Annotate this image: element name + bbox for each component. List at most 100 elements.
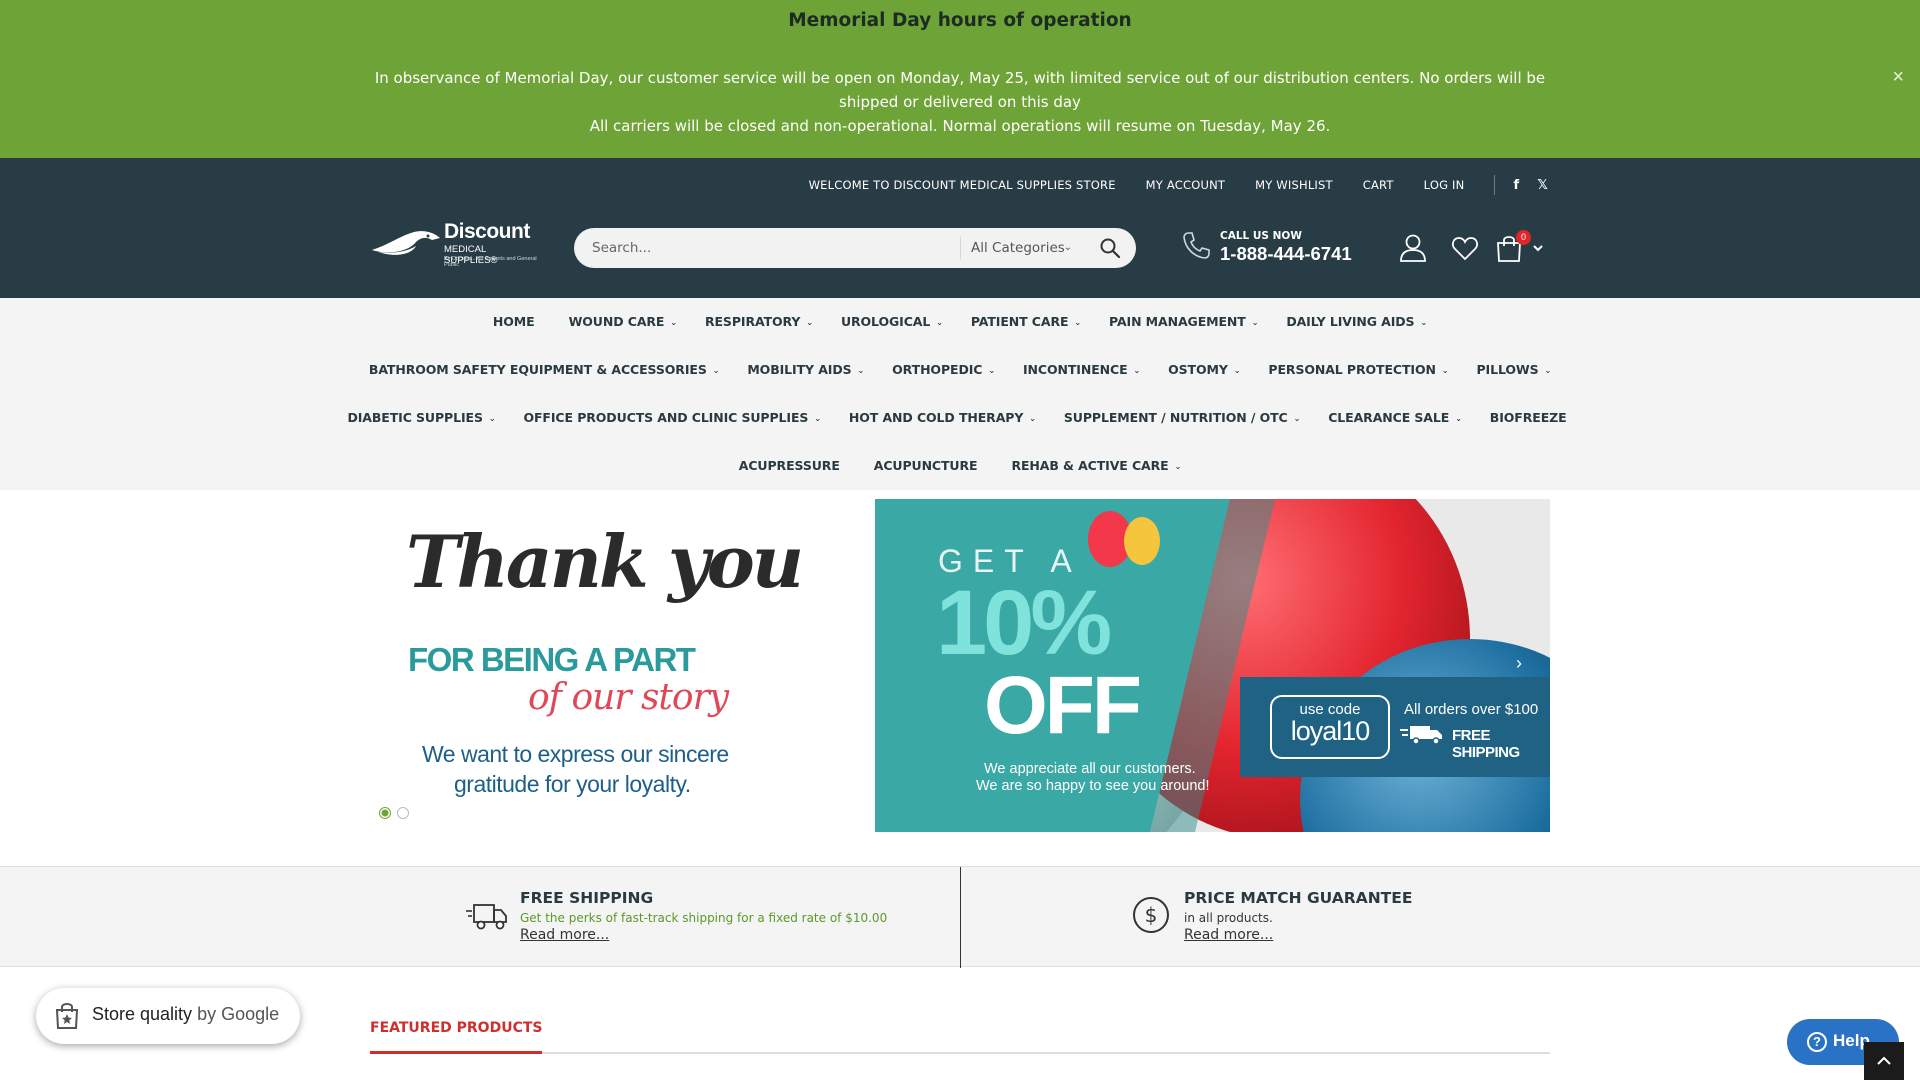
store-quality-text: Store quality by Google bbox=[92, 1004, 280, 1024]
logo-wordmark: Discount bbox=[444, 220, 530, 243]
nav-item-hot-cold-therapy[interactable]: HOT AND COLD THERAPY ⌄ bbox=[849, 410, 1036, 425]
phone-number[interactable]: 1-888-444-6741 bbox=[1220, 243, 1352, 265]
phone-icon bbox=[1183, 232, 1210, 259]
divider bbox=[1494, 175, 1496, 195]
nav-item-acupuncture[interactable]: ACUPUNCTURE bbox=[874, 458, 984, 473]
top-links: WELCOME TO DISCOUNT MEDICAL SUPPLIES STO… bbox=[779, 170, 1548, 200]
nav-item-acupressure[interactable]: ACUPRESSURE bbox=[739, 458, 846, 473]
promo-off: OFF bbox=[984, 660, 1142, 751]
shipping-truck-icon bbox=[466, 904, 507, 930]
nav-item-wound-care[interactable]: WOUND CARE ⌄ bbox=[569, 314, 677, 329]
announcement-message: In observance of Memorial Day, our custo… bbox=[370, 66, 1550, 138]
nav-item-office-products[interactable]: OFFICE PRODUCTS AND CLINIC SUPPLIES ⌄ bbox=[523, 410, 821, 425]
features-divider bbox=[960, 867, 961, 968]
slider-dot-1[interactable] bbox=[379, 807, 391, 819]
store-quality-badge[interactable]: Store quality by Google bbox=[36, 988, 300, 1044]
gratitude-line-1: We want to express our sincere bbox=[422, 741, 729, 767]
nav-item-ostomy[interactable]: OSTOMY ⌄ bbox=[1168, 362, 1240, 377]
nav-item-clearance-sale[interactable]: CLEARANCE SALE ⌄ bbox=[1328, 410, 1462, 425]
featured-products-tabs: FEATURED PRODUCTS bbox=[370, 1020, 1550, 1054]
feature-description: in all products. bbox=[1184, 911, 1273, 925]
nav-item-pillows[interactable]: PILLOWS ⌄ bbox=[1476, 362, 1551, 377]
nav-item-bathroom-safety[interactable]: BATHROOM SAFETY EQUIPMENT & ACCESSORIES ⌄ bbox=[369, 362, 720, 377]
user-account-icon[interactable] bbox=[1398, 232, 1428, 264]
search-icon[interactable] bbox=[1098, 236, 1122, 260]
nav-item-supplement[interactable]: SUPPLEMENT / NUTRITION / OTC ⌄ bbox=[1064, 410, 1300, 425]
feature-description: Get the perks of fast-track shipping for… bbox=[520, 911, 888, 925]
promo-code: loyal10 bbox=[1290, 716, 1371, 746]
announcement-line-1: In observance of Memorial Day, our custo… bbox=[374, 69, 1546, 111]
thank-you-subheading: FOR BEING A PART bbox=[408, 641, 696, 678]
slider-next-arrow[interactable]: › bbox=[1516, 653, 1522, 674]
announcement-title: Memorial Day hours of operation bbox=[788, 10, 1132, 31]
search-input[interactable] bbox=[592, 238, 942, 258]
nav-item-diabetic-supplies[interactable]: DIABETIC SUPPLIES ⌄ bbox=[347, 410, 495, 425]
tab-featured-products[interactable]: FEATURED PRODUCTS bbox=[370, 1020, 543, 1054]
nav-row-2: BATHROOM SAFETY EQUIPMENT & ACCESSORIES ⌄… bbox=[0, 362, 1920, 377]
category-select-value: All Categories bbox=[971, 240, 1065, 256]
logo-mark-icon bbox=[372, 231, 440, 255]
promo-code-box: use code loyal10 bbox=[1270, 695, 1390, 759]
nav-item-respiratory[interactable]: RESPIRATORY ⌄ bbox=[705, 314, 813, 329]
question-icon: ? bbox=[1807, 1032, 1827, 1052]
dollar-circle-icon: $ bbox=[1133, 897, 1169, 933]
nav-item-rehab-active-care[interactable]: REHAB & ACTIVE CARE ⌄ bbox=[1011, 458, 1181, 473]
scroll-to-top-button[interactable] bbox=[1864, 1042, 1904, 1080]
site-header: WELCOME TO DISCOUNT MEDICAL SUPPLIES STO… bbox=[0, 158, 1920, 298]
main-navigation: HOME WOUND CARE ⌄ RESPIRATORY ⌄ UROLOGICAL… bbox=[0, 298, 1920, 490]
promo-free-shipping: FREE SHIPPING bbox=[1452, 727, 1520, 761]
nav-item-pain-management[interactable]: PAIN MANAGEMENT ⌄ bbox=[1109, 314, 1258, 329]
category-select[interactable]: All Categories ⌄ bbox=[960, 236, 1080, 260]
gratitude-line-2: gratitude for your loyalty. bbox=[454, 771, 691, 797]
call-us-label: CALL US NOW bbox=[1220, 230, 1302, 242]
feature-free-shipping: FREE SHIPPING Get the perks of fast-trac… bbox=[520, 889, 887, 943]
chevron-up-icon bbox=[1877, 1056, 1891, 1065]
hero-banner[interactable]: Thank you FOR BEING A PART of our story … bbox=[370, 499, 1550, 832]
read-more-link[interactable]: Read more... bbox=[520, 927, 887, 943]
announcement-line-2: All carriers will be closed and non-oper… bbox=[589, 117, 1331, 135]
delivery-truck-icon bbox=[1400, 726, 1442, 745]
feature-price-match: PRICE MATCH GUARANTEE in all products. R… bbox=[1184, 889, 1412, 943]
facebook-icon[interactable]: f bbox=[1513, 178, 1519, 193]
chevron-down-icon: ⌄ bbox=[1063, 242, 1072, 253]
nav-item-personal-protection[interactable]: PERSONAL PROTECTION ⌄ bbox=[1268, 362, 1448, 377]
cart-count-badge: 0 bbox=[1516, 230, 1531, 245]
announcement-bar: Memorial Day hours of operation In obser… bbox=[0, 0, 1920, 158]
nav-item-home[interactable]: HOME bbox=[493, 314, 541, 329]
x-twitter-icon[interactable]: 𝕏 bbox=[1537, 178, 1548, 193]
svg-text:$: $ bbox=[1145, 903, 1158, 927]
login-link[interactable]: LOG IN bbox=[1424, 178, 1465, 192]
nav-item-daily-living-aids[interactable]: DAILY LIVING AIDS ⌄ bbox=[1286, 314, 1427, 329]
slider-pagination bbox=[379, 807, 415, 819]
nav-item-biofreeze[interactable]: BIOFREEZE bbox=[1490, 410, 1573, 425]
my-wishlist-link[interactable]: MY WISHLIST bbox=[1255, 178, 1333, 192]
my-account-link[interactable]: MY ACCOUNT bbox=[1146, 178, 1225, 192]
slider-dot-2[interactable] bbox=[397, 807, 409, 819]
feature-title: FREE SHIPPING bbox=[520, 889, 654, 907]
site-logo[interactable]: Discount MEDICAL SUPPLIES® By Doctors...… bbox=[370, 220, 540, 268]
read-more-link[interactable]: Read more... bbox=[1184, 927, 1412, 943]
close-icon[interactable]: × bbox=[1892, 66, 1904, 89]
nav-item-orthopedic[interactable]: ORTHOPEDIC ⌄ bbox=[892, 362, 995, 377]
nav-item-patient-care[interactable]: PATIENT CARE ⌄ bbox=[971, 314, 1081, 329]
nav-row-4: ACUPRESSURE ACUPUNCTURE REHAB & ACTIVE C… bbox=[0, 458, 1920, 473]
shopping-bag-badge-icon bbox=[55, 1003, 79, 1029]
nav-item-incontinence[interactable]: INCONTINENCE ⌄ bbox=[1023, 362, 1140, 377]
cart-link[interactable]: CART bbox=[1363, 178, 1394, 192]
nav-row-1: HOME WOUND CARE ⌄ RESPIRATORY ⌄ UROLOGICAL… bbox=[0, 314, 1920, 329]
promo-appreciate-1: We appreciate all our customers. bbox=[984, 761, 1196, 777]
thank-you-story: of our story bbox=[528, 677, 729, 718]
features-strip: FREE SHIPPING Get the perks of fast-trac… bbox=[0, 866, 1920, 968]
nav-item-urological[interactable]: UROLOGICAL ⌄ bbox=[841, 314, 943, 329]
feature-title: PRICE MATCH GUARANTEE bbox=[1184, 889, 1413, 907]
logo-tagline: By Doctors... for Patients and General P… bbox=[444, 256, 537, 268]
nav-item-mobility-aids[interactable]: MOBILITY AIDS ⌄ bbox=[747, 362, 864, 377]
welcome-text: WELCOME TO DISCOUNT MEDICAL SUPPLIES STO… bbox=[808, 178, 1116, 192]
search-bar: All Categories ⌄ bbox=[574, 228, 1136, 268]
chevron-down-icon[interactable] bbox=[1530, 232, 1546, 264]
promo-appreciate-2: We are so happy to see you around! bbox=[976, 778, 1210, 794]
thank-you-heading: Thank you bbox=[406, 519, 804, 604]
nav-row-3: DIABETIC SUPPLIES ⌄ OFFICE PRODUCTS AND C… bbox=[0, 410, 1920, 425]
promo-orders-over: All orders over $100 bbox=[1404, 701, 1539, 718]
wishlist-heart-icon[interactable] bbox=[1450, 232, 1480, 264]
